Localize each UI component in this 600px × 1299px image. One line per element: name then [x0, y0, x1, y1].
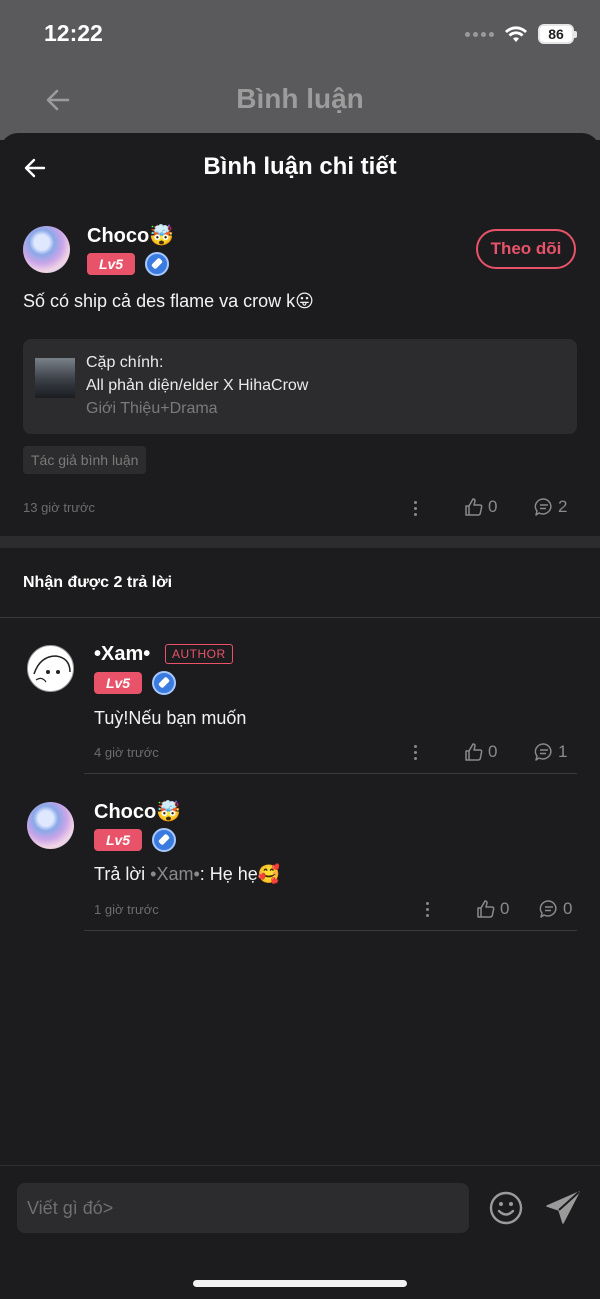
like-button[interactable]: 0: [476, 899, 509, 919]
reply-count: 2: [558, 497, 568, 516]
thumbs-up-icon: [477, 900, 495, 918]
like-button[interactable]: 0: [464, 497, 497, 517]
thumbs-up-icon: [465, 498, 483, 516]
more-options-icon[interactable]: [414, 501, 418, 517]
level-badge: Lv5: [94, 829, 142, 851]
level-badge: Lv5: [94, 672, 142, 694]
sheet-title: Bình luận chi tiết: [203, 153, 397, 180]
shield-icon: [152, 828, 176, 852]
username[interactable]: Choco🤯: [94, 799, 181, 824]
send-icon: [546, 1191, 580, 1224]
reply-text: Tuỳ!Nếu bạn muốn: [94, 708, 247, 728]
sketch-avatar-icon: [33, 655, 71, 683]
author-comment-tag: Tác giả bình luận: [23, 446, 147, 474]
shield-icon: [152, 671, 176, 695]
thumbs-up-icon: [465, 743, 483, 761]
reply-time: 4 giờ trước: [94, 745, 159, 760]
reply-count: 0: [563, 899, 573, 918]
background-page-title: Bình luận: [236, 83, 364, 114]
shield-icon: [145, 252, 169, 276]
username[interactable]: Choco🤯: [87, 223, 174, 248]
chat-bubble-icon: [534, 743, 552, 761]
like-count: 0: [488, 742, 498, 761]
reply-button[interactable]: 1: [534, 742, 567, 762]
status-time: 12:22: [44, 20, 103, 46]
reply-emoji: 🥰: [257, 864, 281, 885]
chat-bubble-icon: [539, 900, 557, 918]
sheet-header: Bình luận chi tiết: [0, 133, 600, 203]
reply-button[interactable]: 0: [539, 899, 572, 919]
novel-genres: Giới Thiệu+Drama: [86, 400, 218, 417]
send-button[interactable]: [545, 1190, 581, 1226]
username-emoji: 🤯: [156, 799, 182, 823]
reply-count: 1: [558, 742, 568, 761]
mention-link[interactable]: •Xam•: [150, 864, 200, 884]
comment-detail-sheet: Bình luận chi tiết Choco🤯 Lv5 Theo dõi S…: [0, 133, 600, 1299]
comment-composer: [0, 1165, 600, 1299]
emoji-button[interactable]: [488, 1190, 524, 1226]
chat-bubble-icon: [534, 498, 552, 516]
comment-time: 13 giờ trước: [23, 500, 95, 515]
wifi-icon: [504, 25, 528, 43]
like-count: 0: [488, 497, 498, 516]
reply-time: 1 giờ trước: [94, 902, 159, 917]
divider: [84, 773, 577, 774]
signal-icon: [465, 31, 494, 37]
divider: [0, 617, 600, 618]
level-badge: Lv5: [87, 253, 135, 275]
follow-button[interactable]: Theo dõi: [476, 229, 576, 269]
author-badge: AUTHOR: [165, 644, 233, 664]
like-count: 0: [500, 899, 510, 918]
section-divider: [0, 536, 600, 548]
comment-input[interactable]: [17, 1183, 469, 1233]
novel-card[interactable]: Cặp chính: All phản diện/elder X HihaCro…: [23, 339, 577, 434]
avatar[interactable]: [23, 226, 70, 273]
comment-text: Số có ship cả des flame va crow k😛: [23, 291, 314, 312]
smiley-icon: [489, 1191, 523, 1225]
username[interactable]: •Xam•: [94, 643, 150, 666]
battery-icon: 86: [538, 24, 577, 44]
comment-emoji: 😛: [295, 291, 314, 312]
novel-pair-value: All phản diện/elder X HihaCrow: [86, 377, 309, 394]
novel-cover-image: [35, 358, 75, 398]
avatar[interactable]: [27, 645, 74, 692]
avatar[interactable]: [27, 802, 74, 849]
home-indicator: [193, 1280, 407, 1287]
reply-button[interactable]: 2: [534, 497, 567, 517]
replies-header: Nhận được 2 trả lời: [23, 574, 173, 591]
status-icons: 86: [465, 24, 577, 44]
username-emoji: 🤯: [149, 223, 175, 247]
more-options-icon[interactable]: [414, 745, 418, 761]
novel-pair-label: Cặp chính:: [86, 354, 164, 371]
like-button[interactable]: 0: [464, 742, 497, 762]
divider: [84, 930, 577, 931]
more-options-icon[interactable]: [426, 902, 430, 918]
reply-text: Trả lời •Xam•: Hẹ hẹ🥰: [94, 864, 281, 885]
